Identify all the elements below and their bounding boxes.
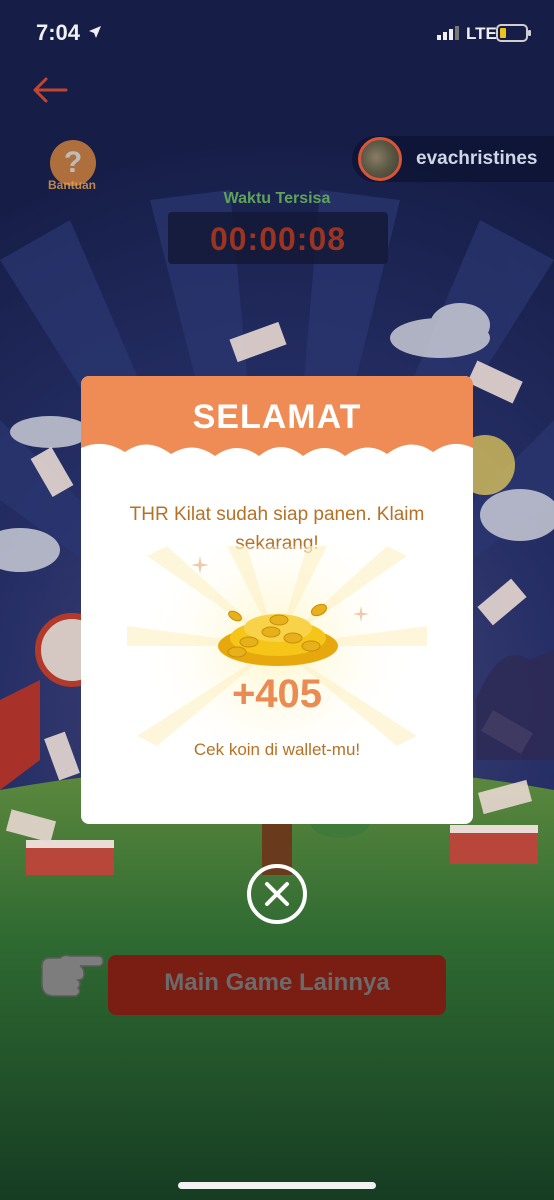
home-indicator[interactable] bbox=[178, 1182, 376, 1189]
wallet-note: Cek koin di wallet-mu! bbox=[193, 740, 361, 759]
sparkle-icon bbox=[353, 606, 369, 622]
gold-coins-pile-icon bbox=[218, 603, 338, 666]
close-x-icon bbox=[265, 882, 289, 906]
pointing-hand-icon bbox=[41, 954, 104, 997]
modal-title: SELAMAT bbox=[192, 398, 362, 436]
reward-modal: SELAMAT THR Kilat sudah siap panen. Klai… bbox=[81, 376, 473, 824]
more-games-label: Main Game Lainnya bbox=[164, 969, 390, 996]
reward-amount: +405 bbox=[231, 672, 323, 716]
sparkle-icon bbox=[191, 556, 209, 574]
more-games-button[interactable]: Main Game Lainnya bbox=[108, 955, 446, 1015]
close-modal-button[interactable] bbox=[247, 864, 307, 924]
